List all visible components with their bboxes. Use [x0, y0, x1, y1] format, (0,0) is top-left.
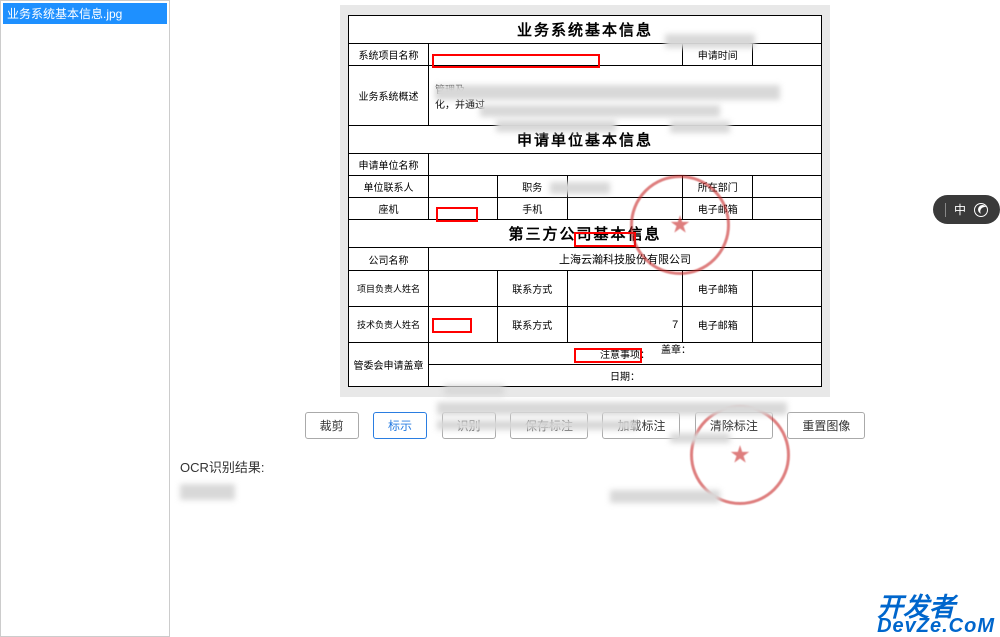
label-tech-name: 技术负责人姓名 [349, 307, 429, 343]
sidebar-item-file[interactable]: 业务系统基本信息.jpg [3, 3, 167, 24]
value-pm-name [429, 271, 498, 307]
label-tech-contact: 联系方式 [497, 307, 567, 343]
value-email [753, 198, 822, 220]
label-pm-contact: 联系方式 [497, 271, 567, 307]
ime-separator [945, 203, 946, 217]
label-pm-name: 项目负责人姓名 [349, 271, 429, 307]
form-table: 业务系统基本信息 系统项目名称 申请时间 业务系统概述 管理及 化，并通过 申请… [348, 15, 822, 387]
ocr-result-label: OCR识别结果: [180, 457, 990, 476]
watermark: 开发者 DevZe.CoM [877, 596, 995, 635]
value-contact-person [429, 176, 498, 198]
date-cell: 日期： [429, 365, 822, 387]
moon-icon [974, 203, 988, 217]
value-tech-name [429, 307, 498, 343]
mark-button[interactable]: 标示 [373, 412, 427, 439]
ime-mode-label: 中 [954, 201, 966, 218]
label-tech-email: 电子邮箱 [683, 307, 753, 343]
value-mobile [567, 198, 683, 220]
crop-button[interactable]: 裁剪 [305, 412, 359, 439]
value-applicant-name [429, 154, 822, 176]
label-pm-email: 电子邮箱 [683, 271, 753, 307]
label-committee-stamp: 管委会申请盖章 [349, 343, 429, 387]
value-project-name [429, 44, 683, 66]
notes-cell: 注意事项： 盖章： [429, 343, 822, 365]
value-tech-contact: 7 [567, 307, 683, 343]
section3-title: 第三方公司基本信息 [349, 220, 822, 248]
file-sidebar: 业务系统基本信息.jpg [0, 0, 170, 637]
label-project-name: 系统项目名称 [349, 44, 429, 66]
label-company-name: 公司名称 [349, 248, 429, 271]
reset-image-button[interactable]: 重置图像 [787, 412, 865, 439]
ocr-result-section: OCR识别结果: [180, 457, 990, 506]
document-preview[interactable]: 业务系统基本信息 系统项目名称 申请时间 业务系统概述 管理及 化，并通过 申请… [340, 5, 830, 397]
value-tech-email [753, 307, 822, 343]
value-apply-time [753, 44, 822, 66]
label-applicant-name: 申请单位名称 [349, 154, 429, 176]
label-system-overview: 业务系统概述 [349, 66, 429, 126]
label-department: 所在部门 [683, 176, 753, 198]
value-pm-contact [567, 271, 683, 307]
value-company-name: 上海云瀚科技股份有限公司 [429, 248, 822, 271]
value-landline [429, 198, 498, 220]
value-department [753, 176, 822, 198]
value-pm-email [753, 271, 822, 307]
label-contact-person: 单位联系人 [349, 176, 429, 198]
label-email: 电子邮箱 [683, 198, 753, 220]
main-panel: 业务系统基本信息 系统项目名称 申请时间 业务系统概述 管理及 化，并通过 申请… [170, 0, 1000, 637]
label-mobile: 手机 [497, 198, 567, 220]
ime-indicator[interactable]: 中 [933, 195, 1000, 224]
label-landline: 座机 [349, 198, 429, 220]
ocr-result-box [180, 484, 580, 506]
